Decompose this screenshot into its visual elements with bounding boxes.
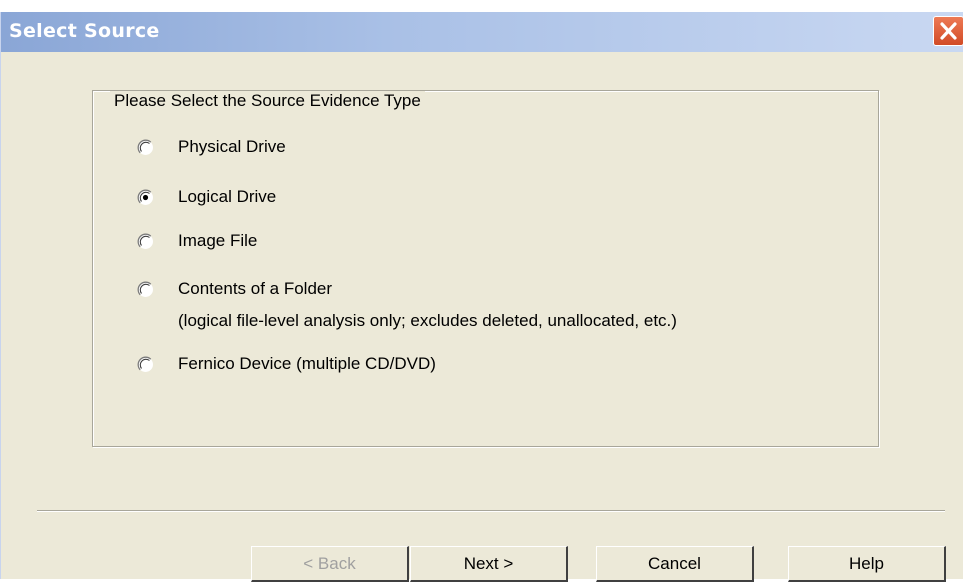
option-contents-of-folder[interactable]: Contents of a Folder	[137, 277, 332, 301]
option-label: Fernico Device (multiple CD/DVD)	[178, 354, 436, 373]
cancel-button[interactable]: Cancel	[596, 546, 754, 582]
next-button[interactable]: Next >	[410, 546, 568, 582]
radio-contents-of-folder[interactable]	[137, 281, 154, 298]
radio-image-file[interactable]	[137, 233, 154, 250]
close-button[interactable]	[933, 16, 963, 46]
radio-logical-drive[interactable]	[137, 189, 154, 206]
option-note: (logical file-level analysis only; exclu…	[178, 311, 677, 330]
button-separator	[37, 510, 945, 512]
help-button[interactable]: Help	[788, 546, 946, 582]
option-physical-drive[interactable]: Physical Drive	[137, 135, 286, 159]
option-label: Image File	[178, 231, 258, 250]
option-label: Logical Drive	[178, 187, 277, 206]
option-label: Contents of a Folder	[178, 279, 333, 298]
radio-selected-dot	[142, 194, 149, 200]
radio-fernico-device[interactable]	[137, 356, 154, 373]
groupbox-legend: Please Select the Source Evidence Type	[110, 91, 425, 111]
option-logical-drive[interactable]: Logical Drive	[137, 185, 276, 209]
title-bar[interactable]: Select Source	[1, 12, 963, 52]
option-fernico-device[interactable]: Fernico Device (multiple CD/DVD)	[137, 352, 436, 376]
dialog-title: Select Source	[9, 20, 160, 42]
close-x-icon	[940, 22, 957, 40]
option-label: Physical Drive	[178, 137, 286, 156]
radio-physical-drive[interactable]	[137, 139, 154, 156]
option-image-file[interactable]: Image File	[137, 229, 257, 253]
back-button[interactable]: < Back	[251, 546, 409, 582]
